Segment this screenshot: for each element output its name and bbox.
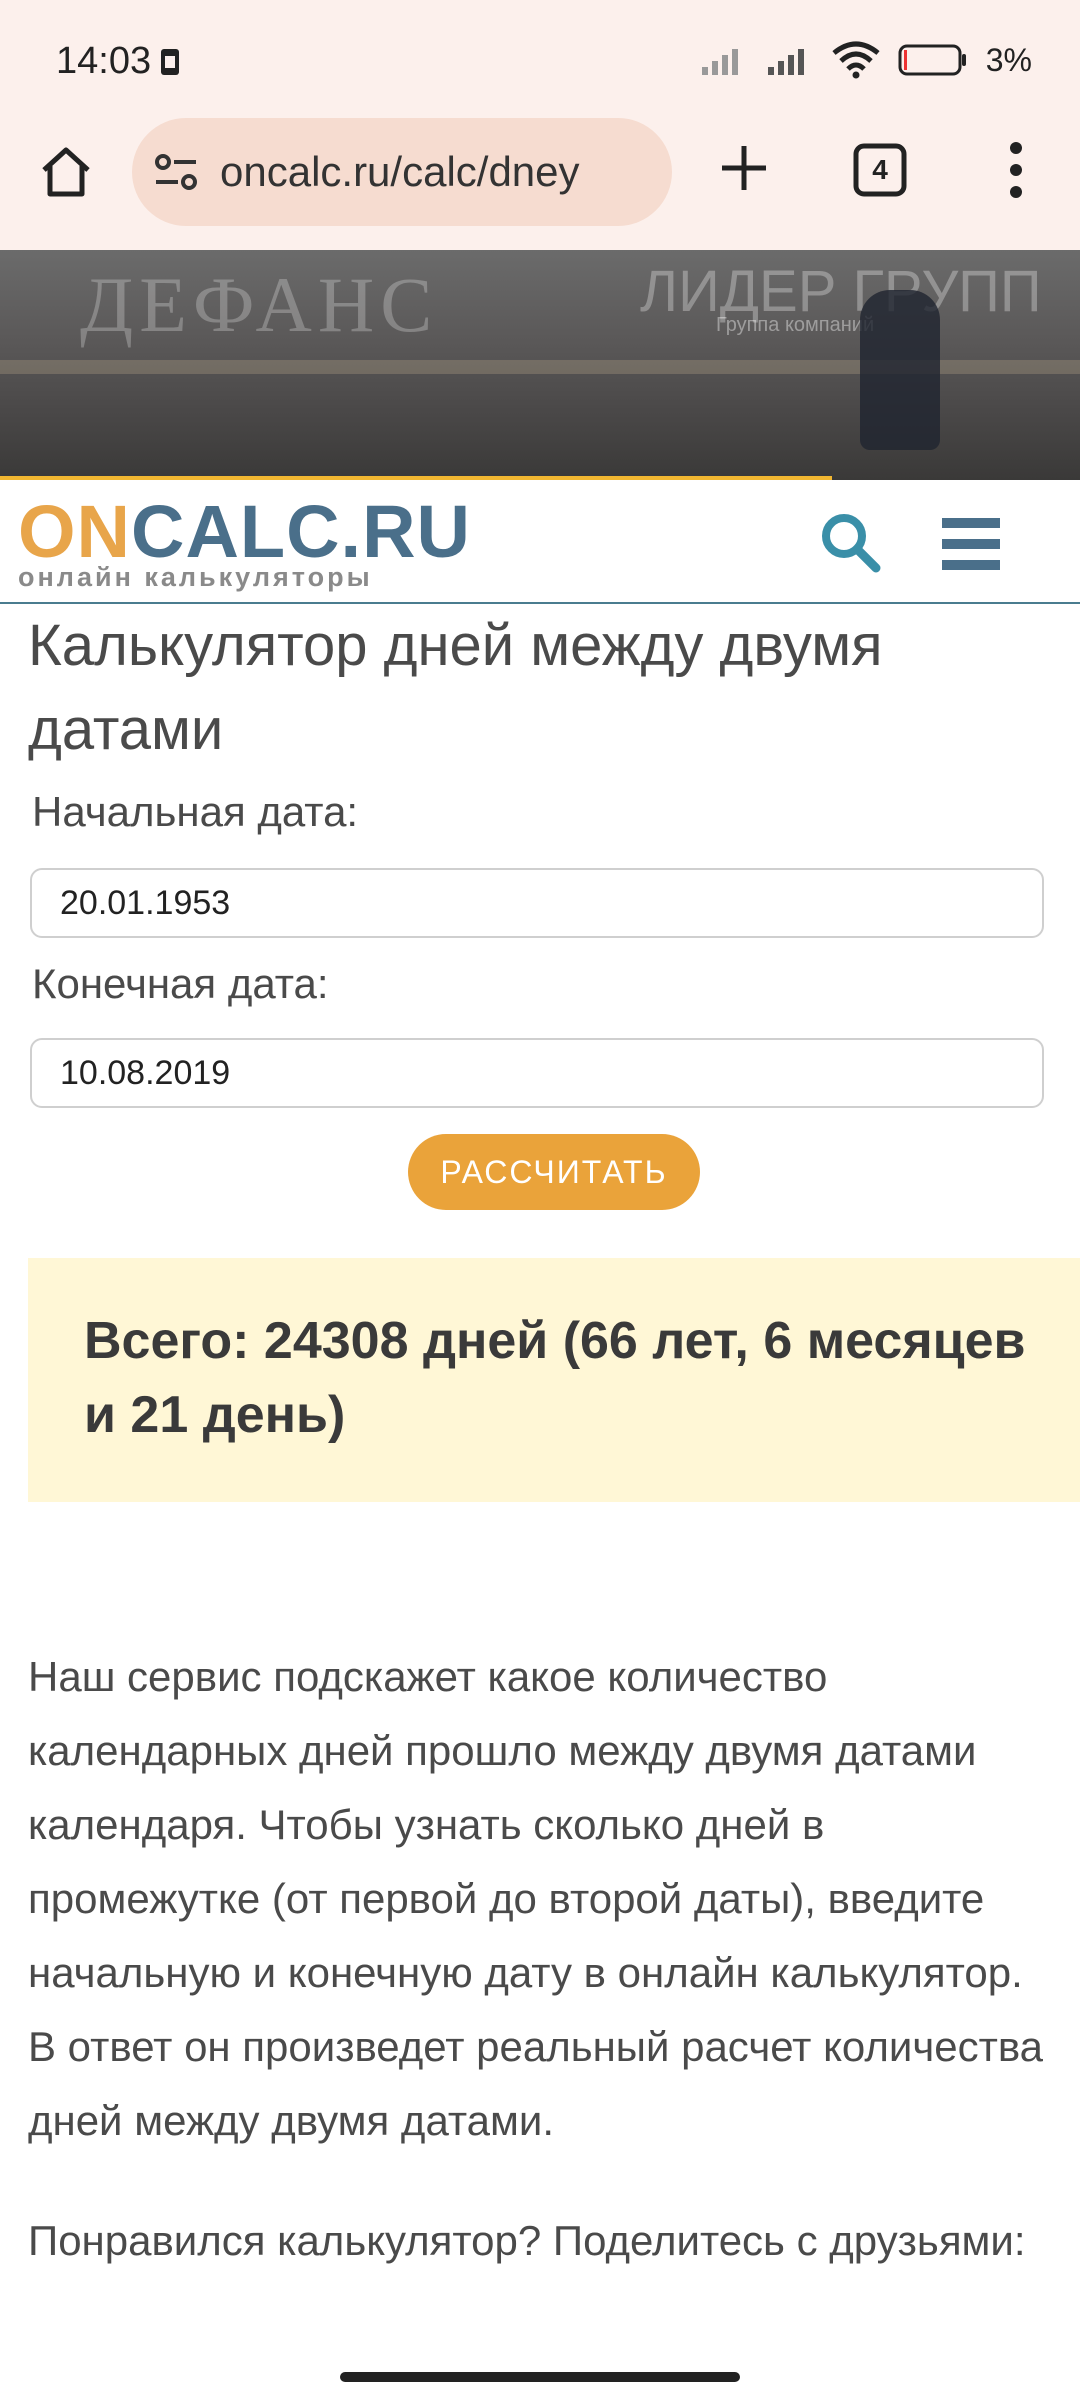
- gesture-nav-handle[interactable]: [340, 2372, 740, 2382]
- status-time: 14:03: [56, 40, 152, 82]
- url-text[interactable]: oncalc.ru/calc/dney: [220, 148, 580, 196]
- signal-icon: [701, 49, 738, 75]
- banner-brand-text: ДЕФАНС: [80, 261, 439, 348]
- sim-card-icon: [161, 49, 179, 75]
- wifi-icon: [832, 41, 880, 79]
- new-tab-icon[interactable]: [714, 138, 774, 198]
- description-text: Наш сервис подскажет какое количество ка…: [28, 1653, 1044, 2144]
- signal-icon-2: [767, 49, 804, 75]
- end-date-input[interactable]: 10.08.2019: [30, 1038, 1044, 1108]
- page-title: Калькулятор дней между двумя датами: [28, 613, 883, 762]
- banner-sub-text: Группа компаний: [716, 314, 875, 336]
- share-prompt: Понравился калькулятор? Поделитесь с дру…: [28, 2217, 1026, 2264]
- end-date-label: Конечная дата:: [32, 960, 329, 1007]
- hamburger-menu-icon[interactable]: [942, 516, 1000, 572]
- site-logo[interactable]: ONCALC.RU онлайн калькуляторы: [18, 492, 471, 593]
- calculate-button[interactable]: РАССЧИТАТЬ: [408, 1134, 700, 1210]
- status-icons: 3%: [700, 40, 1032, 80]
- search-icon[interactable]: [818, 510, 882, 574]
- battery-percent: 3%: [985, 41, 1032, 78]
- home-icon[interactable]: [36, 142, 96, 202]
- logo-calc: CALC.RU: [131, 490, 471, 573]
- tab-switcher-button[interactable]: 4: [852, 142, 908, 198]
- result-text: Всего: 24308 дней (66 лет, 6 месяцев и 2…: [84, 1312, 1026, 1444]
- logo-on: ON: [18, 490, 131, 573]
- status-bar: 14:03 3%: [0, 0, 1080, 118]
- site-settings-icon[interactable]: [154, 152, 198, 192]
- more-options-icon[interactable]: [996, 138, 1036, 202]
- banner-progress-bar: [0, 476, 832, 480]
- site-header: ONCALC.RU онлайн калькуляторы: [0, 484, 1080, 604]
- result-box: Всего: 24308 дней (66 лет, 6 месяцев и 2…: [28, 1258, 1080, 1502]
- tab-count: 4: [872, 154, 888, 185]
- banner-person-figure: [860, 290, 940, 450]
- ad-banner[interactable]: ДЕФАНС ЛИДЕР ГРУПП Группа компаний: [0, 250, 1080, 480]
- battery-icon: [898, 44, 966, 76]
- address-bar[interactable]: oncalc.ru/calc/dney: [132, 118, 672, 226]
- start-date-label: Начальная дата:: [32, 788, 359, 835]
- browser-toolbar: oncalc.ru/calc/dney 4: [0, 118, 1080, 250]
- start-date-input[interactable]: 20.01.1953: [30, 868, 1044, 938]
